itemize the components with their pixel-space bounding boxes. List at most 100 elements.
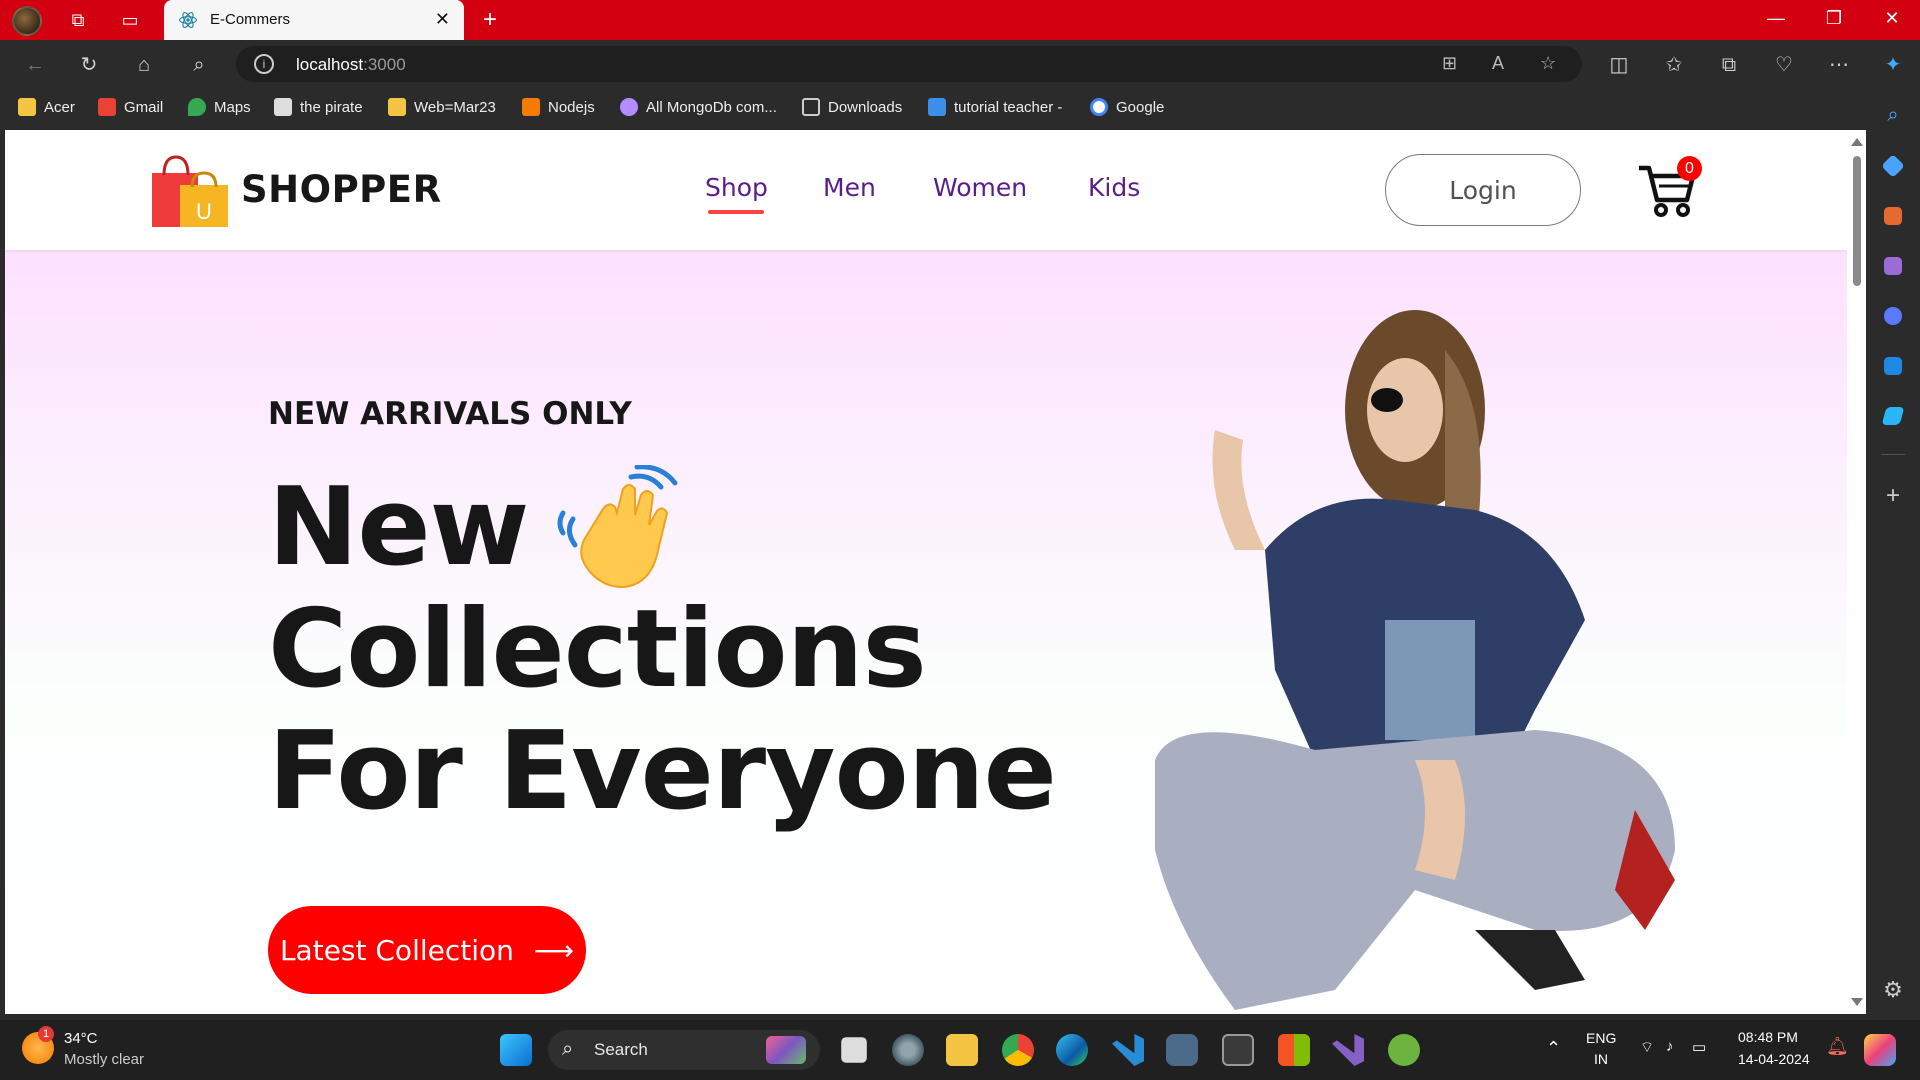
- close-tab-icon[interactable]: ✕: [435, 9, 450, 30]
- shopping-tag-icon[interactable]: [1881, 154, 1905, 178]
- store-icon[interactable]: [1278, 1034, 1310, 1066]
- lang-line-2[interactable]: IN: [1594, 1051, 1608, 1067]
- site-info-icon[interactable]: i: [254, 54, 274, 74]
- minimize-icon[interactable]: —: [1756, 8, 1796, 29]
- search-icon: ⌕: [562, 1038, 574, 1060]
- nav-shop[interactable]: Shop: [705, 173, 768, 202]
- bookmark-maps[interactable]: Maps: [188, 98, 251, 116]
- read-aloud-icon[interactable]: A: [1492, 53, 1504, 74]
- weather-desc[interactable]: Mostly clear: [64, 1051, 144, 1068]
- react-icon: [179, 12, 197, 28]
- edge-icon[interactable]: [1056, 1034, 1088, 1066]
- nav-kids[interactable]: Kids: [1088, 173, 1140, 202]
- page-icon: [802, 98, 820, 116]
- brand-name[interactable]: SHOPPER: [241, 168, 442, 211]
- task-view-icon[interactable]: [841, 1037, 867, 1063]
- notification-bell-icon[interactable]: 🔔︎: [1826, 1036, 1849, 1057]
- bookmark-tutorial[interactable]: tutorial teacher -: [928, 98, 1062, 116]
- back-icon[interactable]: ←: [22, 52, 48, 78]
- file-explorer-icon[interactable]: [946, 1034, 978, 1066]
- start-windows-icon[interactable]: [500, 1034, 532, 1066]
- home-icon[interactable]: ⌂: [131, 52, 157, 78]
- new-tab-icon[interactable]: +: [478, 8, 502, 32]
- web-page: NEW ARRIVALS ONLY New Collections For Ev…: [5, 130, 1847, 1014]
- vscode-icon[interactable]: [1112, 1034, 1144, 1066]
- sidebar-search-icon[interactable]: ⌕: [1881, 104, 1905, 128]
- scroll-down-icon[interactable]: [1851, 998, 1863, 1006]
- favorites-icon[interactable]: ✩: [1661, 52, 1687, 78]
- hero-model-image: [1155, 310, 1675, 1010]
- app-available-icon[interactable]: ⊞: [1442, 53, 1457, 74]
- outlook-icon[interactable]: [1884, 357, 1902, 375]
- cart-count-badge: 0: [1677, 156, 1702, 181]
- clock-time[interactable]: 08:48 PM: [1738, 1029, 1798, 1045]
- arrow-right-icon: ⟶: [533, 933, 575, 967]
- weather-notification-badge: 1: [38, 1026, 54, 1042]
- profile-avatar[interactable]: [12, 6, 42, 36]
- latest-collection-button[interactable]: Latest Collection ⟶: [268, 906, 586, 994]
- site-navbar: U SHOPPER Shop Men Women Kids Login 0: [5, 130, 1847, 250]
- scrollbar-thumb[interactable]: [1853, 156, 1861, 286]
- weather-temp[interactable]: 34°C: [64, 1030, 98, 1047]
- refresh-icon[interactable]: ↻: [76, 52, 102, 78]
- pirate-icon: [274, 98, 292, 116]
- bookmark-gmail[interactable]: Gmail: [98, 98, 163, 116]
- bookmark-google[interactable]: Google: [1090, 98, 1164, 116]
- bookmark-downloads[interactable]: Downloads: [802, 98, 902, 116]
- visual-studio-icon[interactable]: [1332, 1034, 1364, 1066]
- search-icon[interactable]: ⌕: [186, 52, 212, 78]
- bookmark-acer[interactable]: Acer: [18, 98, 75, 116]
- page-scrollbar[interactable]: [1847, 130, 1866, 1014]
- chevron-up-icon[interactable]: ⌃: [1546, 1038, 1561, 1059]
- games-icon[interactable]: [1884, 257, 1902, 275]
- camera-icon[interactable]: [1166, 1034, 1198, 1066]
- bookmark-mongodb[interactable]: All MongoDb com...: [620, 98, 777, 116]
- wifi-icon[interactable]: ⌔: [1640, 1038, 1654, 1057]
- volume-icon[interactable]: ♪: [1666, 1038, 1674, 1055]
- nav-men[interactable]: Men: [823, 173, 876, 202]
- search-label: Search: [594, 1040, 648, 1059]
- address-bar[interactable]: i localhost:3000 ⊞ A ☆: [236, 46, 1582, 82]
- gmail-icon: [98, 98, 116, 116]
- mongodb-icon: [620, 98, 638, 116]
- terminal-icon[interactable]: [1222, 1034, 1254, 1066]
- login-button[interactable]: Login: [1385, 154, 1581, 226]
- copilot-sidebar-icon[interactable]: [1884, 307, 1902, 325]
- favorite-star-icon[interactable]: ☆: [1540, 53, 1556, 74]
- battery-icon[interactable]: ▭: [1692, 1038, 1706, 1056]
- browser-essentials-icon[interactable]: ♡: [1771, 52, 1797, 78]
- clock-date[interactable]: 14-04-2024: [1738, 1051, 1810, 1067]
- bookmark-nodejs[interactable]: Nodejs: [522, 98, 595, 116]
- collections-icon[interactable]: ⧉: [1716, 52, 1742, 78]
- chrome-icon[interactable]: [1002, 1034, 1034, 1066]
- telegram-icon[interactable]: [1881, 407, 1905, 425]
- browser-tab[interactable]: E-Commers ✕: [164, 0, 464, 40]
- settings-icon[interactable]: [892, 1034, 924, 1066]
- add-sidebar-icon[interactable]: +: [1881, 484, 1905, 508]
- taskbar-search[interactable]: ⌕ Search: [548, 1030, 820, 1070]
- shopping-bag-logo-icon[interactable]: U: [150, 155, 230, 227]
- edge-sidebar: ⌕ + ⚙: [1866, 88, 1920, 1020]
- spring-tool-icon[interactable]: [1388, 1034, 1420, 1066]
- more-icon[interactable]: ⋯: [1826, 52, 1852, 78]
- hero-line-1: New: [268, 465, 529, 590]
- bookmark-web[interactable]: Web=Mar23: [388, 98, 496, 116]
- split-screen-icon[interactable]: ◫: [1606, 52, 1632, 78]
- restore-icon[interactable]: ❐: [1814, 8, 1854, 29]
- scroll-up-icon[interactable]: [1851, 138, 1863, 146]
- sidebar-settings-icon[interactable]: ⚙: [1881, 978, 1905, 1002]
- search-highlight-icon: [766, 1036, 806, 1064]
- tools-icon[interactable]: [1884, 207, 1902, 225]
- copilot-taskbar-icon[interactable]: [1864, 1034, 1896, 1066]
- tab-actions-icon[interactable]: ▭: [118, 8, 142, 32]
- bookmark-pirate[interactable]: the pirate: [274, 98, 363, 116]
- copilot-icon[interactable]: ✦: [1880, 52, 1906, 78]
- waving-hand-icon: [557, 465, 678, 589]
- nodejs-icon: [522, 98, 540, 116]
- url-text[interactable]: localhost:3000: [296, 55, 406, 75]
- hero-line-2: Collections: [268, 587, 927, 712]
- workspaces-icon[interactable]: ⧉: [66, 8, 90, 32]
- close-window-icon[interactable]: ✕: [1872, 8, 1912, 29]
- nav-women[interactable]: Women: [933, 173, 1027, 202]
- lang-line-1[interactable]: ENG: [1586, 1030, 1616, 1046]
